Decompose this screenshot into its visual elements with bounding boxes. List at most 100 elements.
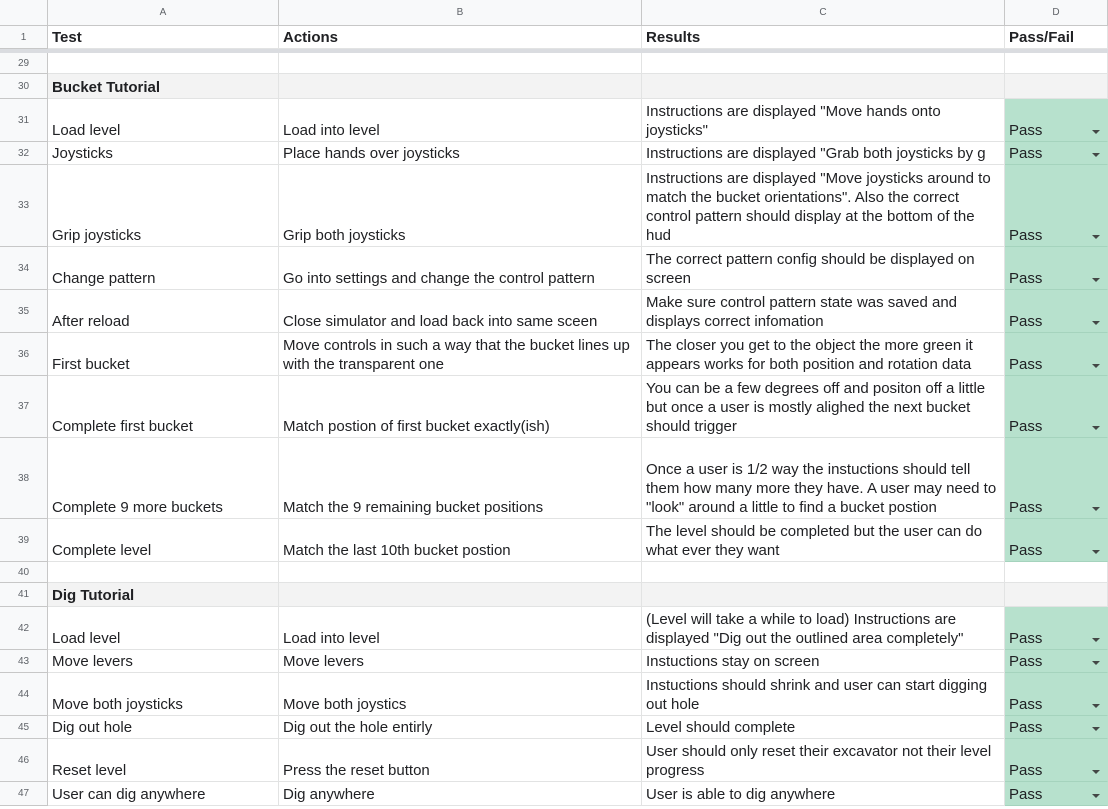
chevron-down-icon[interactable] [1092,770,1100,774]
test-cell[interactable]: After reload [48,290,279,333]
chevron-down-icon[interactable] [1092,321,1100,325]
row-number[interactable]: 31 [0,99,48,142]
test-cell[interactable]: Complete 9 more buckets [48,438,279,519]
actions-cell[interactable]: Load into level [279,607,642,650]
row-number[interactable]: 33 [0,165,48,247]
status-dropdown[interactable]: Pass [1005,438,1108,519]
row-number[interactable]: 29 [0,53,48,74]
actions-cell[interactable]: Match the 9 remaining bucket positions [279,438,642,519]
row-number[interactable]: 45 [0,716,48,739]
status-dropdown[interactable]: Pass [1005,290,1108,333]
header-test[interactable]: Test [48,26,279,49]
chevron-down-icon[interactable] [1092,130,1100,134]
chevron-down-icon[interactable] [1092,278,1100,282]
actions-cell[interactable]: Match the last 10th bucket postion [279,519,642,562]
header-results[interactable]: Results [642,26,1005,49]
results-cell[interactable]: Once a user is 1/2 way the instuctions s… [642,438,1005,519]
chevron-down-icon[interactable] [1092,638,1100,642]
chevron-down-icon[interactable] [1092,235,1100,239]
row-number[interactable]: 42 [0,607,48,650]
results-cell[interactable]: Instructions are displayed "Move hands o… [642,99,1005,142]
test-cell[interactable]: First bucket [48,333,279,376]
row-number[interactable]: 38 [0,438,48,519]
row-number[interactable]: 40 [0,562,48,583]
test-cell[interactable]: Grip joysticks [48,165,279,247]
status-dropdown[interactable]: Pass [1005,333,1108,376]
empty-cell[interactable] [642,562,1005,583]
actions-cell[interactable]: Move both joystics [279,673,642,716]
results-cell[interactable]: User should only reset their excavator n… [642,739,1005,782]
actions-cell[interactable]: Move controls in such a way that the buc… [279,333,642,376]
chevron-down-icon[interactable] [1092,153,1100,157]
status-dropdown[interactable]: Pass [1005,650,1108,673]
status-dropdown[interactable]: Pass [1005,673,1108,716]
chevron-down-icon[interactable] [1092,364,1100,368]
header-pass-fail[interactable]: Pass/Fail [1005,26,1108,49]
status-dropdown[interactable]: Pass [1005,99,1108,142]
row-number[interactable]: 47 [0,782,48,806]
chevron-down-icon[interactable] [1092,550,1100,554]
row-number[interactable]: 41 [0,583,48,607]
status-dropdown[interactable]: Pass [1005,739,1108,782]
empty-cell[interactable] [279,74,642,99]
empty-cell[interactable] [1005,562,1108,583]
test-cell[interactable]: Joysticks [48,142,279,165]
row-number[interactable]: 1 [0,26,48,49]
results-cell[interactable]: Level should complete [642,716,1005,739]
section-title[interactable]: Bucket Tutorial [48,74,279,99]
results-cell[interactable]: Instuctions stay on screen [642,650,1005,673]
chevron-down-icon[interactable] [1092,507,1100,511]
test-cell[interactable]: Complete first bucket [48,376,279,438]
status-dropdown[interactable]: Pass [1005,247,1108,290]
status-dropdown[interactable]: Pass [1005,165,1108,247]
test-cell[interactable]: Change pattern [48,247,279,290]
status-dropdown[interactable]: Pass [1005,716,1108,739]
results-cell[interactable]: Instructions are displayed "Move joystic… [642,165,1005,247]
status-dropdown[interactable]: Pass [1005,376,1108,438]
test-cell[interactable]: Dig out hole [48,716,279,739]
empty-cell[interactable] [279,562,642,583]
test-cell[interactable]: Load level [48,99,279,142]
actions-cell[interactable]: Move levers [279,650,642,673]
empty-cell[interactable] [642,53,1005,74]
test-cell[interactable]: Load level [48,607,279,650]
row-number[interactable]: 30 [0,74,48,99]
test-cell[interactable]: User can dig anywhere [48,782,279,806]
column-header-a[interactable]: A [48,0,279,26]
row-number[interactable]: 37 [0,376,48,438]
results-cell[interactable]: The level should be completed but the us… [642,519,1005,562]
row-number[interactable]: 36 [0,333,48,376]
actions-cell[interactable]: Load into level [279,99,642,142]
status-dropdown[interactable]: Pass [1005,782,1108,806]
row-number[interactable]: 32 [0,142,48,165]
empty-cell[interactable] [1005,74,1108,99]
empty-cell[interactable] [1005,583,1108,607]
actions-cell[interactable]: Go into settings and change the control … [279,247,642,290]
chevron-down-icon[interactable] [1092,426,1100,430]
actions-cell[interactable]: Dig anywhere [279,782,642,806]
results-cell[interactable]: User is able to dig anywhere [642,782,1005,806]
column-header-c[interactable]: C [642,0,1005,26]
results-cell[interactable]: (Level will take a while to load) Instru… [642,607,1005,650]
actions-cell[interactable]: Place hands over joysticks [279,142,642,165]
status-dropdown[interactable]: Pass [1005,607,1108,650]
chevron-down-icon[interactable] [1092,794,1100,798]
row-number[interactable]: 46 [0,739,48,782]
chevron-down-icon[interactable] [1092,704,1100,708]
empty-cell[interactable] [642,74,1005,99]
chevron-down-icon[interactable] [1092,661,1100,665]
actions-cell[interactable]: Match postion of first bucket exactly(is… [279,376,642,438]
results-cell[interactable]: You can be a few degrees off and positon… [642,376,1005,438]
select-all-corner[interactable] [0,0,48,26]
header-actions[interactable]: Actions [279,26,642,49]
test-cell[interactable]: Reset level [48,739,279,782]
column-header-b[interactable]: B [279,0,642,26]
row-number[interactable]: 34 [0,247,48,290]
test-cell[interactable]: Move both joysticks [48,673,279,716]
row-number[interactable]: 39 [0,519,48,562]
actions-cell[interactable]: Close simulator and load back into same … [279,290,642,333]
actions-cell[interactable]: Grip both joysticks [279,165,642,247]
status-dropdown[interactable]: Pass [1005,519,1108,562]
section-title[interactable]: Dig Tutorial [48,583,279,607]
results-cell[interactable]: Make sure control pattern state was save… [642,290,1005,333]
